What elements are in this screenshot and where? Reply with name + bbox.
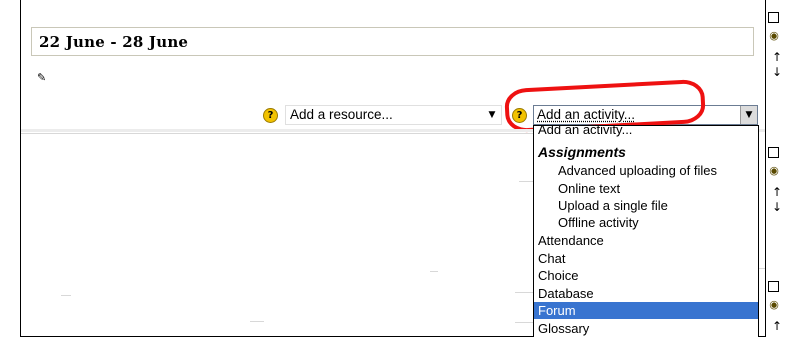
section-separator bbox=[21, 129, 533, 132]
dropdown-option[interactable]: Choice bbox=[534, 267, 758, 284]
dropdown-option[interactable]: Online text bbox=[534, 180, 758, 197]
eye-icon[interactable]: ◉ bbox=[767, 29, 781, 43]
faint-line bbox=[250, 321, 264, 322]
faint-line bbox=[759, 268, 765, 269]
move-down-icon[interactable]: ↓ bbox=[770, 65, 784, 79]
dropdown-group-assignments: Assignments bbox=[538, 144, 626, 160]
move-up-icon[interactable]: ↑ bbox=[770, 185, 784, 199]
resource-help-icon[interactable]: ? bbox=[263, 108, 278, 123]
dropdown-option[interactable]: Offline activity bbox=[534, 214, 758, 231]
dropdown-option[interactable]: Upload a single file bbox=[534, 197, 758, 214]
faint-line bbox=[515, 292, 533, 293]
hide-checkbox-icon[interactable] bbox=[768, 12, 779, 23]
eye-icon[interactable]: ◉ bbox=[767, 164, 781, 178]
dropdown-option[interactable]: Glossary bbox=[534, 320, 758, 337]
resource-dropdown-arrow-icon[interactable]: ▼ bbox=[486, 105, 498, 125]
move-up-icon[interactable]: ↑ bbox=[770, 319, 784, 333]
add-resource-label: Add a resource... bbox=[290, 107, 393, 122]
dropdown-option[interactable]: Attendance bbox=[534, 232, 758, 249]
dropdown-option[interactable]: Add an activity... bbox=[534, 126, 758, 138]
dropdown-option[interactable]: Database bbox=[534, 285, 758, 302]
hide-checkbox-icon[interactable] bbox=[768, 147, 779, 158]
activity-dropdown-list[interactable]: Add an activity... Assignments Advanced … bbox=[533, 125, 759, 337]
eye-icon[interactable]: ◉ bbox=[767, 298, 781, 312]
faint-line bbox=[61, 295, 71, 296]
section-title: 22 June - 28 June bbox=[39, 33, 189, 51]
section-separator-line bbox=[21, 133, 533, 134]
activity-dropdown-arrow-icon[interactable]: ▼ bbox=[740, 106, 757, 124]
dropdown-option[interactable]: Chat bbox=[534, 250, 758, 267]
faint-line bbox=[515, 322, 533, 323]
add-resource-select[interactable]: Add a resource... bbox=[285, 105, 502, 125]
hide-checkbox-icon[interactable] bbox=[768, 281, 779, 292]
section-separator-right bbox=[759, 129, 765, 132]
dropdown-option-selected[interactable]: Forum bbox=[534, 302, 758, 319]
move-down-icon[interactable]: ↓ bbox=[770, 200, 784, 214]
dropdown-option[interactable]: Advanced uploading of files bbox=[534, 162, 758, 179]
faint-line bbox=[519, 181, 533, 182]
move-up-icon[interactable]: ↑ bbox=[770, 50, 784, 64]
edit-summary-icon[interactable]: ✎ bbox=[37, 71, 51, 85]
faint-line bbox=[430, 271, 438, 272]
